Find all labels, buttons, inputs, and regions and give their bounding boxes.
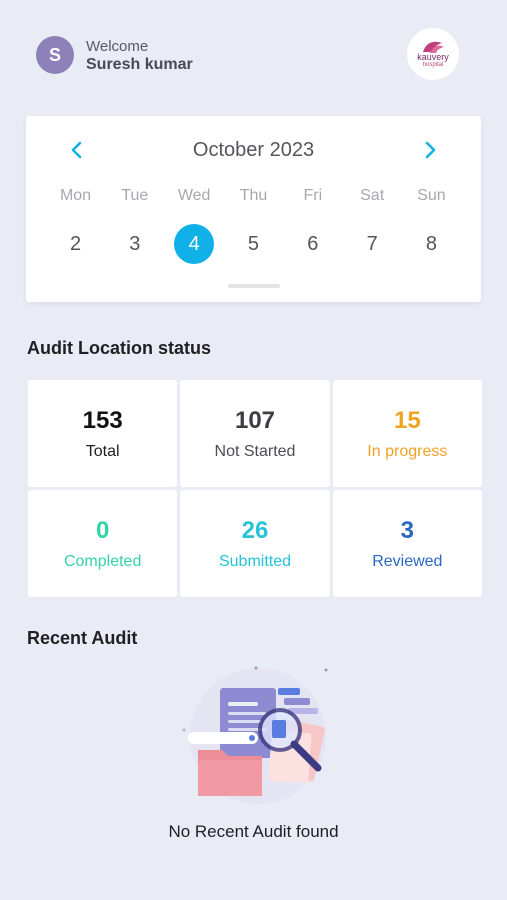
calendar-day-number: 4: [174, 224, 215, 264]
week-calendar: October 2023 Mon Tue Wed Thu Fri Sat Sun…: [26, 116, 481, 302]
chevron-right-icon: [425, 141, 436, 159]
stat-label: Completed: [63, 552, 142, 570]
calendar-day-number: 2: [69, 232, 82, 255]
weekday-label: Tue: [121, 187, 149, 204]
calendar-day[interactable]: 5: [224, 224, 283, 264]
stat-card-submitted[interactable]: 26 Submitted: [180, 490, 330, 597]
stat-card-reviewed[interactable]: 3 Reviewed: [332, 490, 482, 597]
stat-label: Reviewed: [372, 552, 443, 570]
stat-value: 107: [234, 406, 276, 434]
weekday-label: Sat: [360, 187, 385, 204]
calendar-day[interactable]: 3: [105, 224, 164, 264]
calendar-day[interactable]: 7: [343, 224, 402, 264]
weekday-label: Wed: [177, 187, 211, 204]
avatar[interactable]: S: [36, 36, 74, 74]
calendar-day-number: 7: [366, 232, 378, 255]
hospital-logo: kauvery hospital: [407, 28, 459, 80]
weekday-label: Thu: [239, 187, 268, 204]
next-month-button[interactable]: [419, 138, 443, 162]
weekday-row: Mon Tue Wed Thu Fri Sat Sun: [46, 187, 461, 205]
stat-value: 15: [393, 406, 421, 434]
calendar-month-label[interactable]: October 2023: [26, 139, 481, 162]
calendar-day[interactable]: 6: [283, 224, 342, 264]
stat-label: Total: [85, 442, 120, 460]
stat-label: In progress: [367, 442, 448, 460]
logo-subtext: hospital: [422, 61, 444, 68]
calendar-day-number: 3: [129, 232, 141, 255]
stat-card-completed[interactable]: 0 Completed: [28, 490, 178, 597]
documents-search-illustration-icon: [176, 660, 336, 810]
weekday-label: Fri: [303, 187, 323, 204]
welcome-label: Welcome: [86, 38, 149, 55]
weekday-label: Mon: [59, 187, 92, 204]
stat-card-in-progress[interactable]: 15 In progress: [332, 380, 482, 487]
calendar-day-number: 8: [425, 232, 438, 255]
stat-value: 3: [400, 516, 414, 544]
audit-status-grid: 153 Total 107 Not Started 15 In progress…: [28, 380, 482, 597]
recent-audit-title: Recent Audit: [27, 628, 138, 648]
stat-card-not-started[interactable]: 107 Not Started: [180, 380, 330, 487]
empty-state-message: No Recent Audit found: [168, 822, 339, 841]
stat-value: 0: [95, 516, 110, 544]
stat-label: Submitted: [218, 552, 292, 570]
calendar-expand-handle[interactable]: [228, 284, 280, 288]
calendar-day-selected[interactable]: 4: [165, 224, 224, 264]
stat-card-total[interactable]: 153 Total: [28, 380, 178, 487]
stat-label: Not Started: [214, 442, 296, 460]
calendar-day-number: 5: [247, 232, 260, 255]
weekday-label: Sun: [417, 187, 446, 204]
username: Suresh kumar: [86, 56, 193, 73]
calendar-day-number: 6: [307, 232, 319, 255]
day-row: 2 3 4 5 6 7 8: [46, 224, 461, 264]
logo-text: kauvery: [417, 51, 449, 62]
stat-value: 26: [241, 516, 269, 544]
header: S Welcome Suresh kumar kauvery hospital: [36, 28, 459, 80]
calendar-day[interactable]: 8: [402, 224, 461, 264]
stat-value: 153: [82, 406, 123, 434]
calendar-day[interactable]: 2: [46, 224, 105, 264]
audit-status-title: Audit Location status: [27, 338, 211, 358]
